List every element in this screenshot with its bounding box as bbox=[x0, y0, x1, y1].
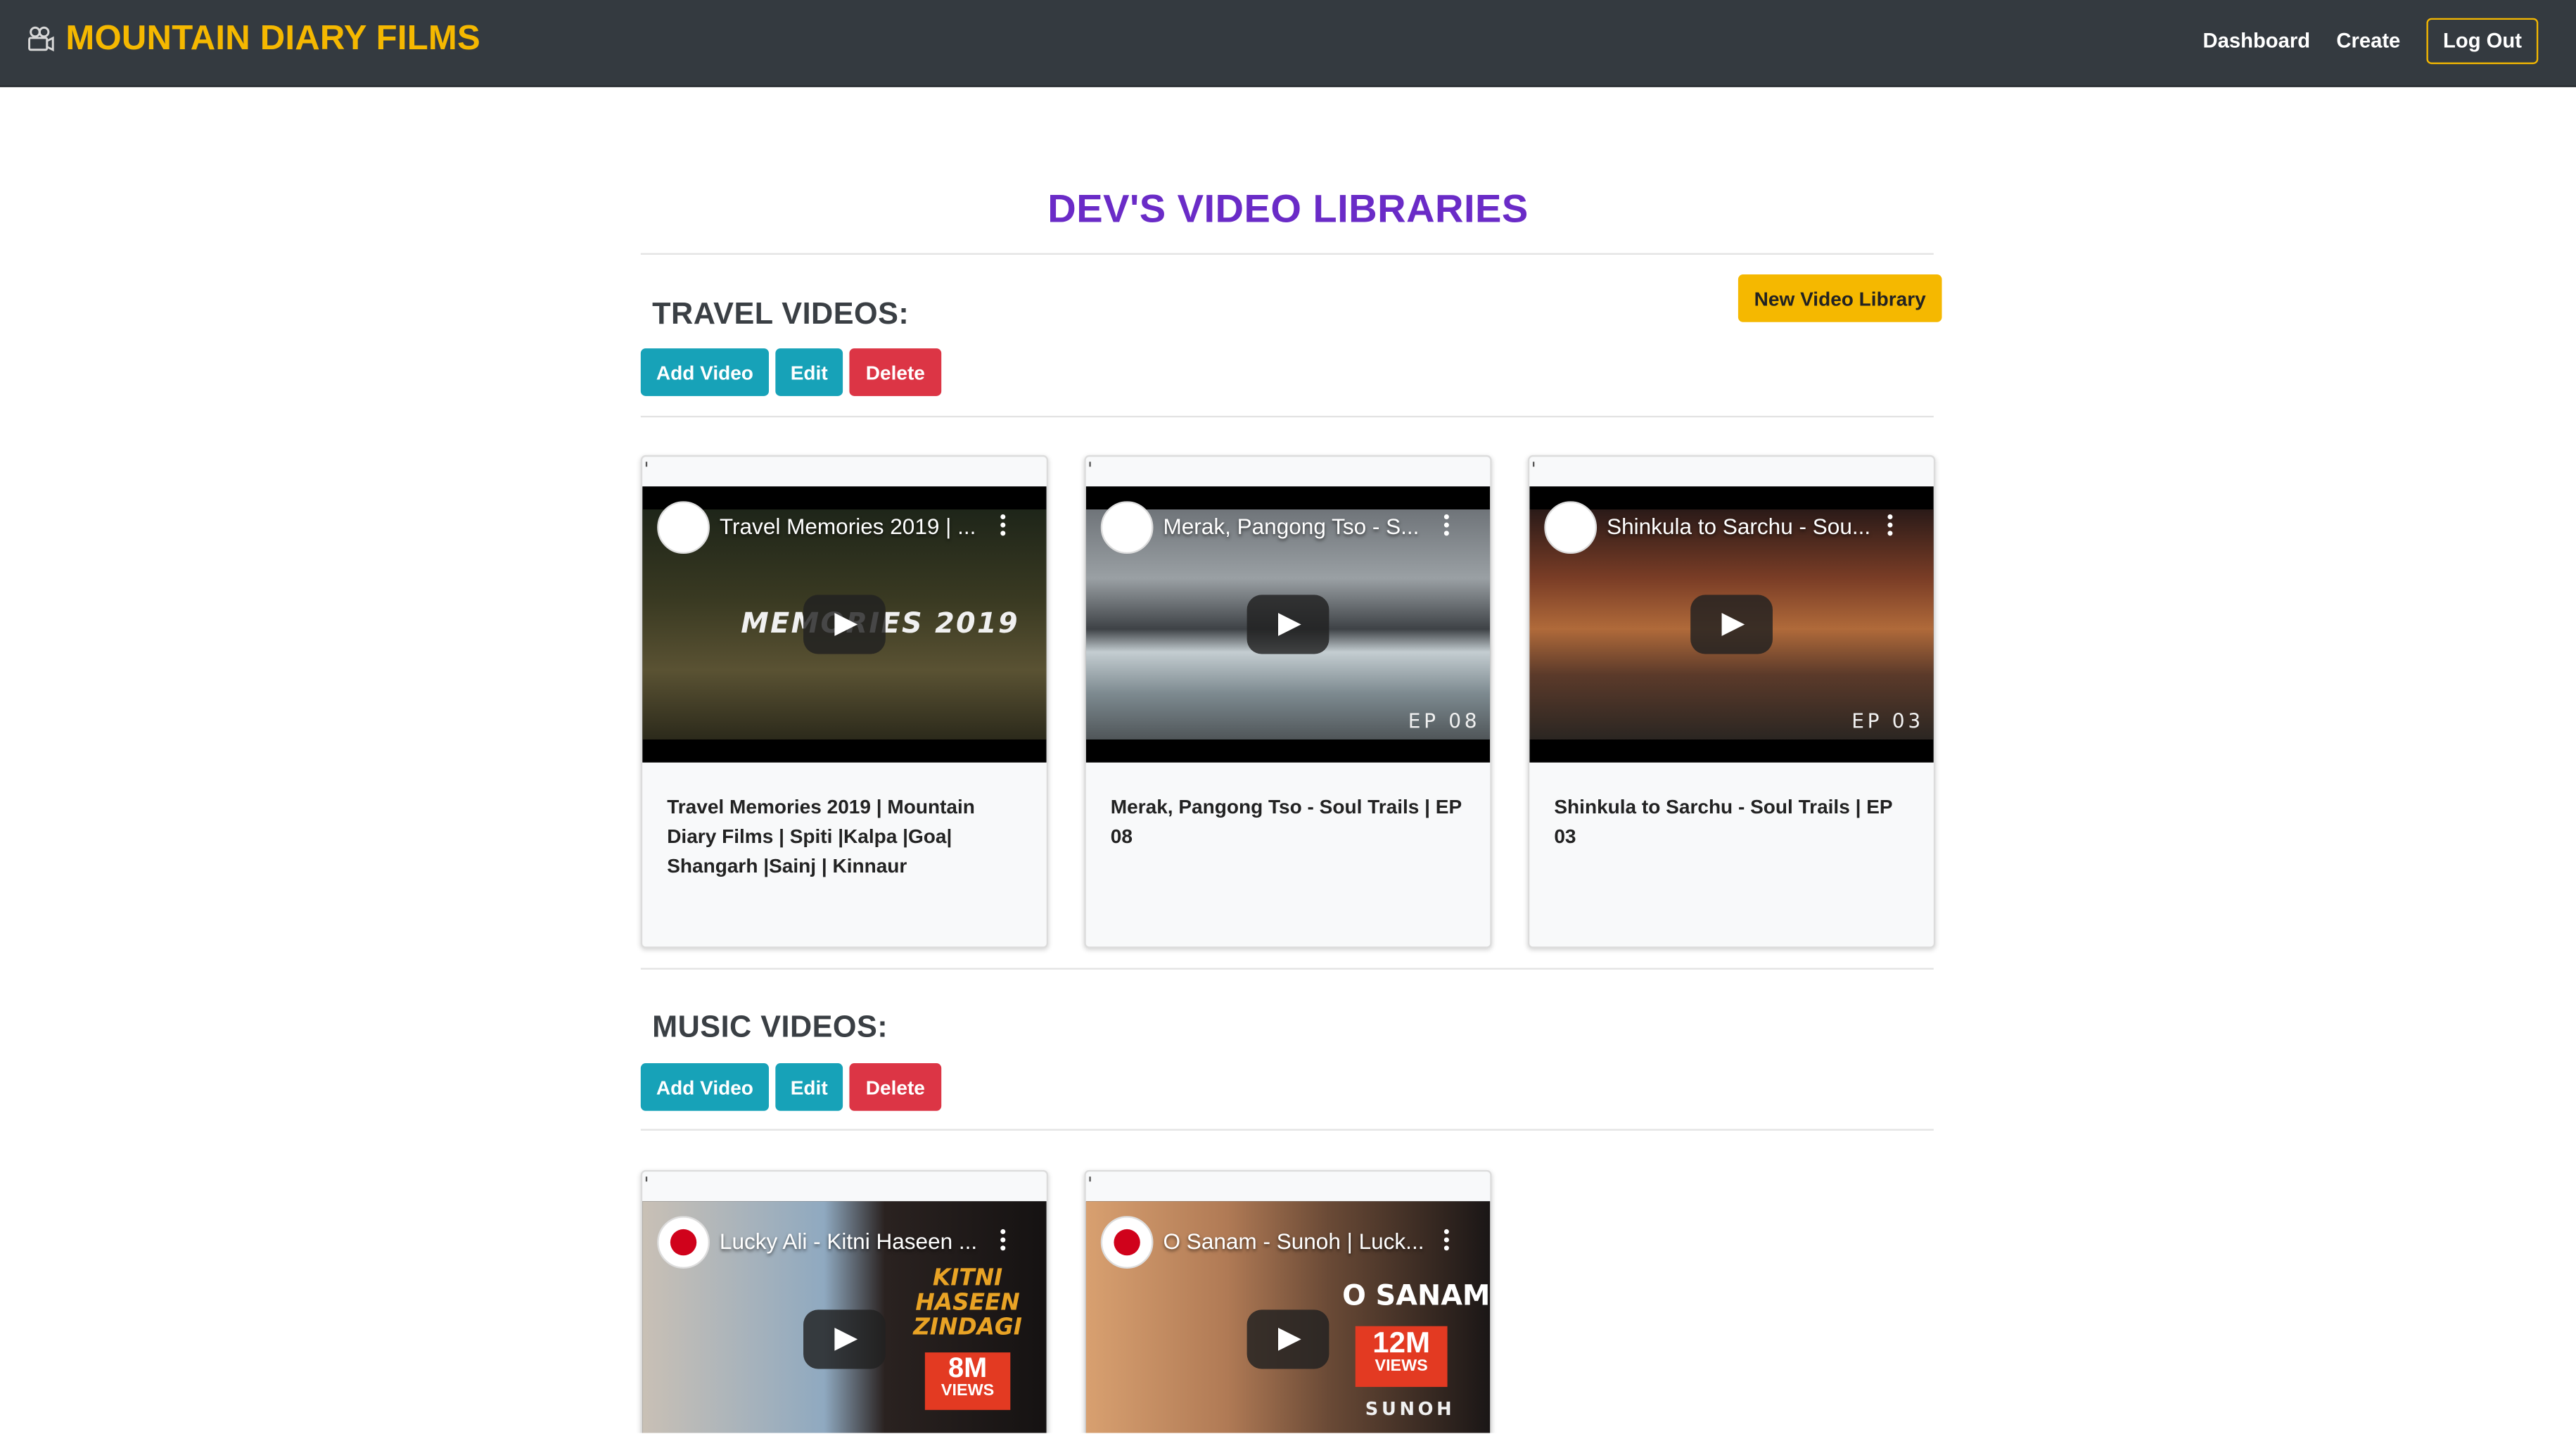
play-button-icon[interactable] bbox=[803, 595, 886, 654]
video-title: Travel Memories 2019 | Mountain Diary Fi… bbox=[667, 795, 975, 878]
channel-avatar[interactable] bbox=[1100, 501, 1154, 554]
section-title-music: MUSIC VIDEOS: bbox=[652, 1008, 888, 1044]
delete-library-button[interactable]: Delete bbox=[849, 1063, 942, 1111]
edit-library-button[interactable]: Edit bbox=[775, 348, 843, 396]
add-video-button[interactable]: Add Video bbox=[640, 1063, 769, 1111]
views-label: VIEWS bbox=[1375, 1357, 1428, 1376]
section-title-travel: TRAVEL VIDEOS: bbox=[652, 296, 910, 331]
section-divider bbox=[640, 415, 1934, 418]
play-button-icon[interactable] bbox=[803, 1309, 886, 1369]
video-card: MEMORIES 2019 Travel Memories 2019 | ...… bbox=[640, 455, 1049, 948]
more-options-icon[interactable] bbox=[1000, 1229, 1007, 1252]
new-video-library-button[interactable]: New Video Library bbox=[1737, 274, 1942, 322]
play-button-icon[interactable] bbox=[1690, 595, 1773, 654]
video-embed[interactable]: O SANAM 12M VIEWS SUNOH O Sanam - Sunoh … bbox=[1085, 1201, 1491, 1433]
thumbnail-overlay-text: EP 08 bbox=[1408, 709, 1481, 733]
play-button-icon[interactable] bbox=[1246, 595, 1330, 654]
thumbnail-overlay-text: EP 03 bbox=[1851, 709, 1924, 733]
video-card: KITNI HASEEN ZINDAGI 8M VIEWS Lucky Ali … bbox=[640, 1169, 1049, 1433]
brand[interactable]: MOUNTAIN DIARY FILMS bbox=[26, 20, 480, 59]
nav-links: Dashboard Create Log Out bbox=[2203, 18, 2539, 65]
thumbnail-overlay-text: O SANAM bbox=[1342, 1280, 1491, 1314]
video-card: EP 08 Merak, Pangong Tso - S... Merak, P… bbox=[1084, 455, 1492, 948]
video-embed[interactable]: KITNI HASEEN ZINDAGI 8M VIEWS Lucky Ali … bbox=[642, 1201, 1047, 1433]
youtube-video-title[interactable]: Travel Memories 2019 | ... bbox=[720, 514, 976, 539]
youtube-video-title[interactable]: O Sanam - Sunoh | Luck... bbox=[1163, 1229, 1424, 1254]
app-root: MOUNTAIN DIARY FILMS Dashboard Create Lo… bbox=[0, 0, 2576, 1433]
channel-avatar[interactable] bbox=[1100, 1216, 1154, 1269]
channel-avatar[interactable] bbox=[657, 501, 710, 554]
delete-library-button[interactable]: Delete bbox=[849, 348, 942, 396]
section-divider bbox=[640, 1129, 1934, 1131]
video-card: O SANAM 12M VIEWS SUNOH O Sanam - Sunoh … bbox=[1084, 1169, 1492, 1433]
section-divider bbox=[640, 967, 1934, 970]
video-card: EP 03 Shinkula to Sarchu - Sou... Shinku… bbox=[1527, 455, 1936, 948]
nav-create-link[interactable]: Create bbox=[2336, 30, 2400, 53]
views-badge: 8M VIEWS bbox=[924, 1352, 1011, 1410]
add-video-button[interactable]: Add Video bbox=[640, 348, 769, 396]
more-options-icon[interactable] bbox=[1887, 514, 1894, 538]
views-count: 12M bbox=[1372, 1326, 1431, 1359]
logout-button[interactable]: Log Out bbox=[2426, 18, 2539, 65]
views-badge: 12M VIEWS bbox=[1355, 1326, 1448, 1388]
views-count: 8M bbox=[948, 1352, 988, 1384]
nav-dashboard-link[interactable]: Dashboard bbox=[2203, 30, 2310, 53]
more-options-icon[interactable] bbox=[1000, 514, 1007, 538]
edit-library-button[interactable]: Edit bbox=[775, 1063, 843, 1111]
camera-icon bbox=[28, 26, 54, 52]
video-title: Shinkula to Sarchu - Soul Trails | EP 03 bbox=[1554, 795, 1893, 849]
youtube-video-title[interactable]: Lucky Ali - Kitni Haseen ... bbox=[720, 1229, 977, 1254]
channel-avatar[interactable] bbox=[1544, 501, 1598, 554]
channel-avatar[interactable] bbox=[657, 1216, 710, 1269]
play-button-icon[interactable] bbox=[1246, 1309, 1330, 1369]
top-navbar: MOUNTAIN DIARY FILMS Dashboard Create Lo… bbox=[0, 0, 2576, 87]
more-options-icon[interactable] bbox=[1443, 514, 1450, 538]
video-embed[interactable]: MEMORIES 2019 Travel Memories 2019 | ... bbox=[642, 486, 1047, 763]
views-label: VIEWS bbox=[941, 1382, 995, 1400]
more-options-icon[interactable] bbox=[1443, 1229, 1450, 1252]
title-divider bbox=[640, 253, 1934, 255]
video-title: Merak, Pangong Tso - Soul Trails | EP 08 bbox=[1110, 795, 1462, 849]
sunoh-logo-text: SUNOH bbox=[1365, 1398, 1455, 1420]
thumbnail-overlay-text: KITNI HASEEN ZINDAGI bbox=[913, 1265, 1022, 1341]
youtube-video-title[interactable]: Shinkula to Sarchu - Sou... bbox=[1607, 514, 1870, 539]
brand-title: MOUNTAIN DIARY FILMS bbox=[65, 20, 480, 58]
video-embed[interactable]: EP 08 Merak, Pangong Tso - S... bbox=[1085, 486, 1491, 763]
youtube-video-title[interactable]: Merak, Pangong Tso - S... bbox=[1163, 514, 1420, 539]
video-embed[interactable]: EP 03 Shinkula to Sarchu - Sou... bbox=[1529, 486, 1934, 763]
page-title: DEV'S VIDEO LIBRARIES bbox=[1047, 187, 1529, 232]
